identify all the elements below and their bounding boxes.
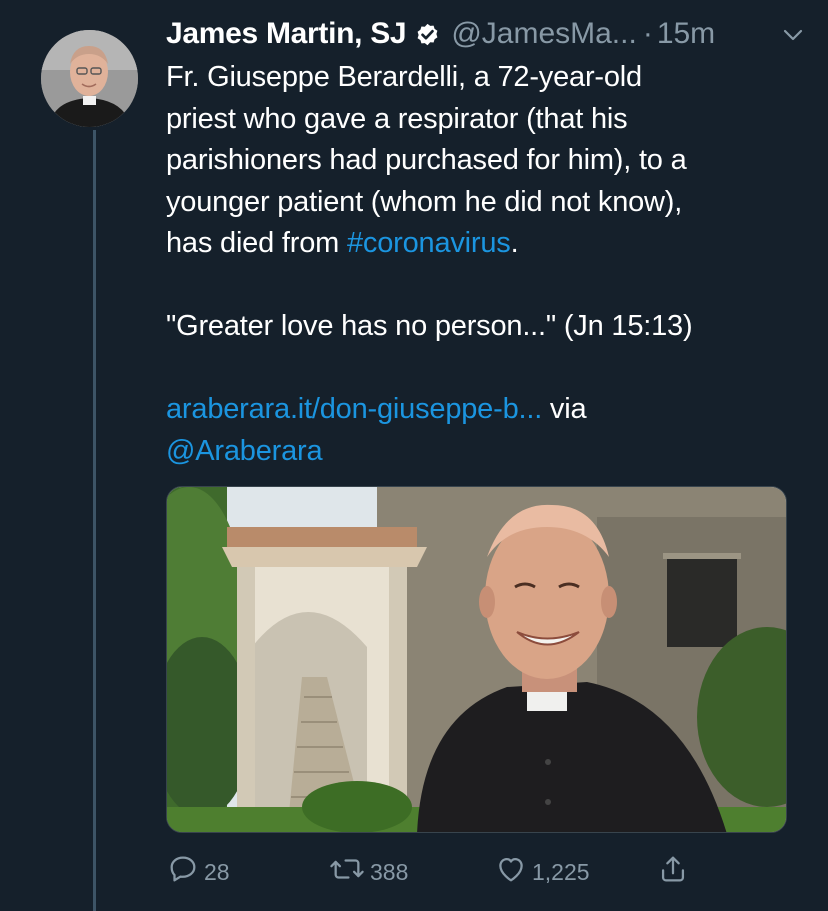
tweet-image[interactable] bbox=[166, 486, 787, 833]
tweet-text-line: priest who gave a respirator (that his bbox=[166, 102, 628, 135]
tweet-text-line: @Araberara bbox=[166, 431, 786, 473]
tweet-text: Fr. Giuseppe Berardelli, a 72-year-old p… bbox=[166, 57, 786, 472]
share-button[interactable] bbox=[656, 852, 694, 892]
tweet-timestamp[interactable]: 15m bbox=[657, 17, 715, 51]
tweet-text-line: Fr. Giuseppe Berardelli, a 72-year-old bbox=[166, 61, 642, 93]
share-icon bbox=[656, 852, 694, 892]
mention-link[interactable]: @Araberara bbox=[166, 435, 323, 467]
chevron-down-icon[interactable] bbox=[780, 22, 806, 48]
url-link[interactable]: araberara.it/don-giuseppe-b... bbox=[166, 393, 542, 425]
retweet-count: 388 bbox=[370, 858, 409, 885]
quote-line: "Greater love has no person..." (Jn 15:1… bbox=[166, 310, 693, 342]
text-segment: . bbox=[510, 227, 519, 259]
heart-icon bbox=[494, 852, 532, 892]
thread-line bbox=[93, 130, 96, 911]
author-handle[interactable]: @JamesMa... bbox=[451, 17, 637, 51]
retweet-icon bbox=[328, 852, 370, 892]
tweet-text-line: has died from #coronavirus. bbox=[166, 223, 786, 265]
tweet-text-line: younger patient (whom he did not know), bbox=[166, 185, 683, 218]
text-segment: via bbox=[542, 393, 587, 425]
hashtag-link[interactable]: #coronavirus bbox=[347, 227, 511, 259]
tweet[interactable]: James Martin, SJ @JamesMa... · 15m Fr. G… bbox=[0, 0, 828, 911]
reply-button[interactable]: 28 bbox=[166, 852, 230, 892]
like-button[interactable]: 1,225 bbox=[494, 852, 590, 892]
retweet-button[interactable]: 388 bbox=[328, 852, 408, 892]
tweet-actions: 28 388 1,225 bbox=[166, 846, 766, 894]
author-name[interactable]: James Martin, SJ bbox=[166, 17, 407, 51]
text-segment: has died from bbox=[166, 227, 347, 259]
reply-icon bbox=[166, 852, 204, 892]
reply-count: 28 bbox=[204, 858, 230, 885]
avatar[interactable] bbox=[41, 30, 138, 127]
verified-badge-icon bbox=[414, 21, 441, 48]
tweet-header: James Martin, SJ @JamesMa... · 15m bbox=[166, 14, 806, 54]
tweet-text-line: parishioners had purchased for him), to … bbox=[166, 144, 687, 176]
tweet-text-line: araberara.it/don-giuseppe-b... via bbox=[166, 389, 786, 431]
separator-dot: · bbox=[642, 17, 653, 50]
like-count: 1,225 bbox=[532, 858, 590, 885]
